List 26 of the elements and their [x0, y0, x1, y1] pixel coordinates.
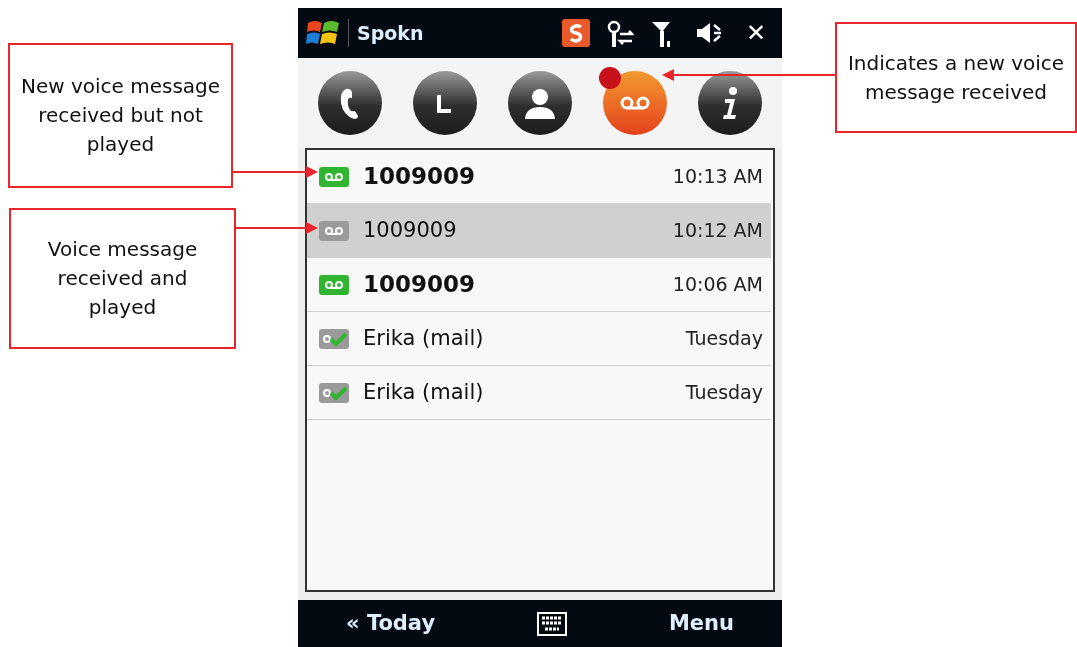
caller-name: 1009009: [363, 162, 477, 192]
caller-name: 1009009: [363, 270, 477, 300]
caller-name: Erika (mail): [363, 324, 485, 352]
app-title: Spokn: [348, 18, 424, 48]
message-time: 10:06 AM: [672, 272, 763, 298]
message-time: Tuesday: [685, 380, 763, 406]
close-button[interactable]: ✕: [745, 15, 766, 51]
message-time: 10:13 AM: [672, 164, 763, 190]
message-row[interactable]: 1009009 10:12 AM: [307, 204, 771, 258]
menu-softkey[interactable]: Menu: [668, 607, 734, 640]
connection-icon[interactable]: [605, 19, 634, 47]
clock-hands-icon: [436, 93, 453, 113]
caller-name: 1009009: [363, 216, 458, 244]
phone-icon: [340, 87, 360, 119]
callout-text: Voice message received and played: [46, 236, 199, 321]
message-row[interactable]: Erika (mail) Tuesday: [307, 312, 771, 366]
callout-text: Indicates a new voice message received: [847, 49, 1065, 106]
message-time: 10:12 AM: [672, 218, 763, 244]
today-softkey[interactable]: « Today: [346, 607, 436, 640]
keyboard-icon[interactable]: [537, 611, 567, 636]
message-time: Tuesday: [685, 326, 763, 352]
app-icon[interactable]: [561, 19, 590, 47]
message-row[interactable]: Erika (mail) Tuesday: [307, 366, 771, 420]
callout-text: New voice message received but not played: [20, 73, 221, 158]
caller-name: Erika (mail): [363, 378, 485, 406]
message-row[interactable]: 1009009 10:06 AM: [307, 258, 771, 312]
